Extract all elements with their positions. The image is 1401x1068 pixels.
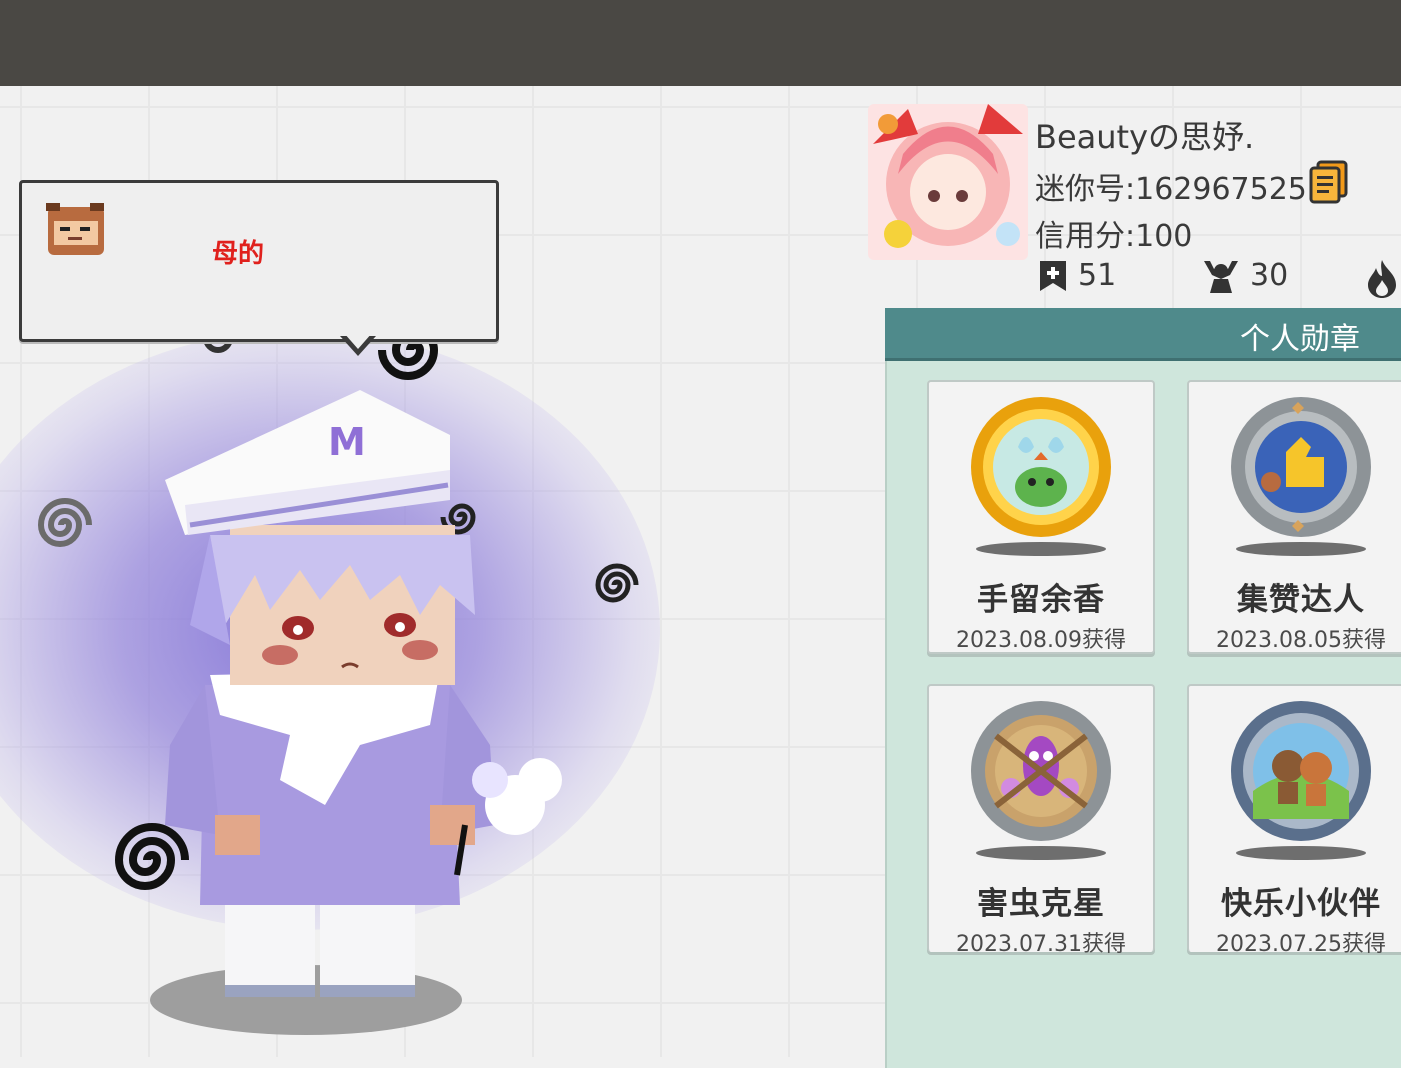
profile-mini-id: 迷你号:1629675251 [1035,172,1326,207]
fans-icon [1204,260,1238,293]
stat-fans[interactable]: 30 [1202,258,1288,293]
medal-panel-title: 个人勋章 [1240,322,1360,357]
player-character[interactable]: M [130,385,590,1015]
medal-name: 快乐小伙伴 [1221,886,1381,922]
medal-panel-header: 个人勋章 [885,308,1401,358]
medal-pedestal [1236,846,1366,860]
profile-credit-score: 信用分:100 [1035,219,1193,254]
medal-name: 集赞达人 [1237,582,1365,618]
medal-card[interactable]: 快乐小伙伴 2023.07.25获得 [1187,684,1401,957]
medal-pedestal [1236,542,1366,556]
medal-name: 害虫克星 [977,886,1105,922]
stat-add-friend-count: 51 [1078,258,1117,293]
medal-card[interactable]: 手留余香 2023.08.09获得 [927,380,1155,654]
medal-name: 手留余香 [977,582,1105,618]
top-bar [0,0,1401,86]
bubble-avatar-icon [46,203,104,255]
profile-avatar[interactable] [868,104,1028,260]
medal-date: 2023.07.25获得 [1216,932,1386,957]
copy-icon[interactable] [1308,160,1348,204]
svg-text:M: M [328,420,366,464]
stat-add-friend[interactable]: 51 [1038,258,1116,293]
swirl-decoration [37,498,92,547]
speech-bubble-text: 母的 [212,239,265,269]
speech-bubble-tail [340,333,376,356]
medal-icon [1231,701,1371,841]
medal-card[interactable]: 集赞达人 2023.08.05获得 [1187,380,1401,654]
medal-icon [971,701,1111,841]
stat-fans-count: 30 [1250,258,1289,293]
medal-date: 2023.07.31获得 [956,932,1126,957]
medal-pedestal [976,846,1106,860]
medal-icon [971,397,1111,537]
medal-card[interactable]: 害虫克星 2023.07.31获得 [927,684,1155,957]
medal-pedestal [976,542,1106,556]
profile-name: Beautyの思妤. [1035,118,1255,156]
medal-date: 2023.08.05获得 [1216,628,1386,653]
fire-icon[interactable] [1366,258,1398,298]
medal-date: 2023.08.09获得 [956,628,1126,653]
add-friend-icon [1040,260,1066,291]
speech-bubble: 母的 [19,180,499,342]
medal-icon [1231,397,1371,537]
swirl-decoration [595,563,639,603]
